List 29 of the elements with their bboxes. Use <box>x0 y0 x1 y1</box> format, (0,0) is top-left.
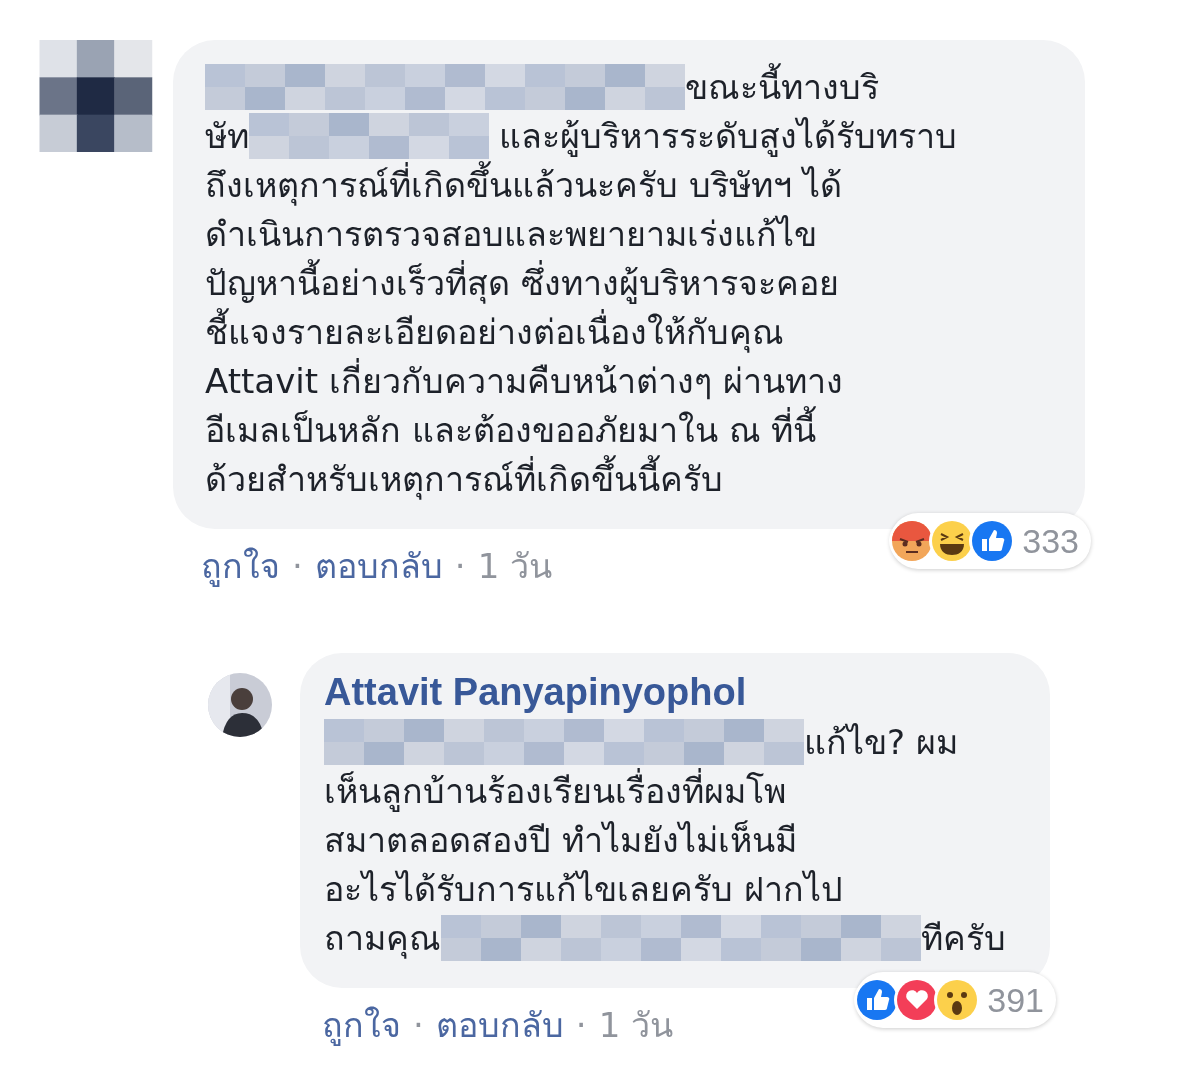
separator: · <box>454 546 466 586</box>
reply-link[interactable]: ตอบกลับ <box>314 539 443 593</box>
comment-text: สมาตลอดสองปี ทำไมยังไม่เห็นมี <box>324 818 797 862</box>
comment-text: ขณะนี้ทางบริ <box>685 59 879 114</box>
comment-text: เห็นลูกบ้านร้องเรียนเรื่องที่ผมโพ <box>324 767 786 814</box>
comment-text: ด้วยสำหรับเหตุการณ์ที่เกิดขึ้นนี้ครับ <box>205 451 723 506</box>
comment-text: อะไรได้รับการแก้ไขเลยครับ ฝากไป <box>324 867 843 911</box>
reaction-count: 333 <box>1022 521 1079 561</box>
comment-text: Attavit เกี่ยวกับความคืบหน้าต่างๆ ผ่านทาง <box>205 357 843 403</box>
separator: · <box>292 546 303 586</box>
comment-text: ทีครับ <box>921 916 1006 960</box>
like-link[interactable]: ถูกใจ <box>201 539 280 593</box>
comment-text: ดำเนินการตรวจสอบและพยายามเร่งแก้ไข <box>205 212 817 256</box>
like-link[interactable]: ถูกใจ <box>322 998 401 1052</box>
comment-text: และผู้บริหารระดับสูงได้รับทราบ <box>499 114 957 159</box>
timestamp[interactable]: 1 วัน <box>598 998 674 1052</box>
comment-text: ษัท <box>205 114 249 158</box>
separator: · <box>575 1005 587 1045</box>
comment-text: ชี้แจงรายละเอียดอย่างต่อเนื่องให้กับคุณ <box>205 304 784 359</box>
comment-text: ถามคุณ <box>324 916 441 961</box>
reply-link[interactable]: ตอบกลับ <box>435 998 564 1052</box>
timestamp[interactable]: 1 วัน <box>477 539 553 593</box>
reaction-summary[interactable]: 391 <box>855 972 1056 1028</box>
comment-text: แก้ไข? ผม <box>804 720 958 764</box>
reaction-count: 391 <box>987 980 1044 1020</box>
separator: · <box>413 1005 424 1045</box>
author-name[interactable]: Attavit Panyapinyophol <box>324 667 1024 717</box>
reaction-summary[interactable]: 333 <box>890 513 1091 569</box>
comment-text: ถึงเหตุการณ์ที่เกิดขึ้นแล้วนะครับ บริษัทฯ ได้ <box>205 157 842 212</box>
